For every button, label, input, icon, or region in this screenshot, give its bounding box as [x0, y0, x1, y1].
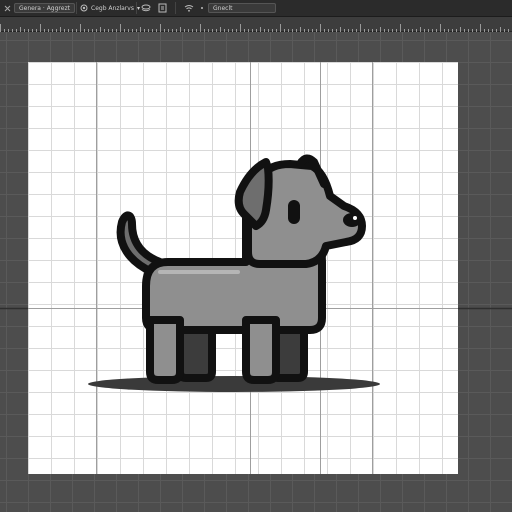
nose-highlight — [353, 216, 357, 220]
dog-illustration[interactable] — [0, 0, 512, 512]
dog-nose — [343, 213, 361, 227]
dog-ear — [234, 158, 273, 230]
dog-eye — [288, 200, 300, 224]
ground-shadow — [88, 376, 380, 392]
